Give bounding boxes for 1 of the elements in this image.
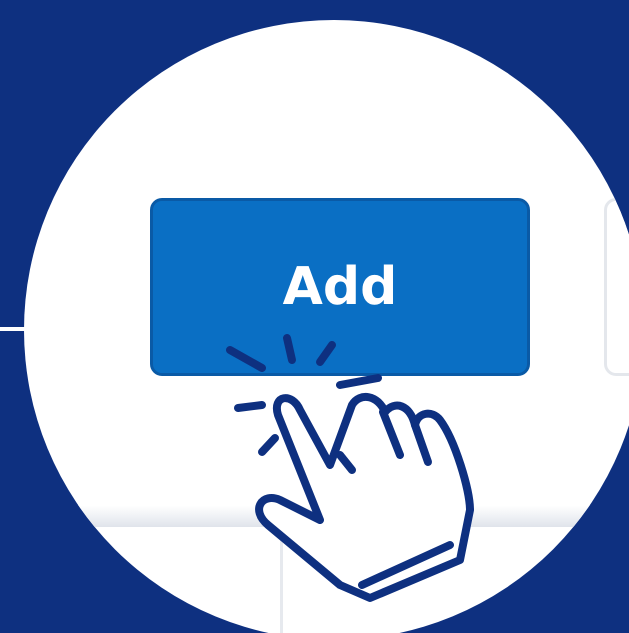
add-button[interactable]: Add [150, 198, 530, 376]
